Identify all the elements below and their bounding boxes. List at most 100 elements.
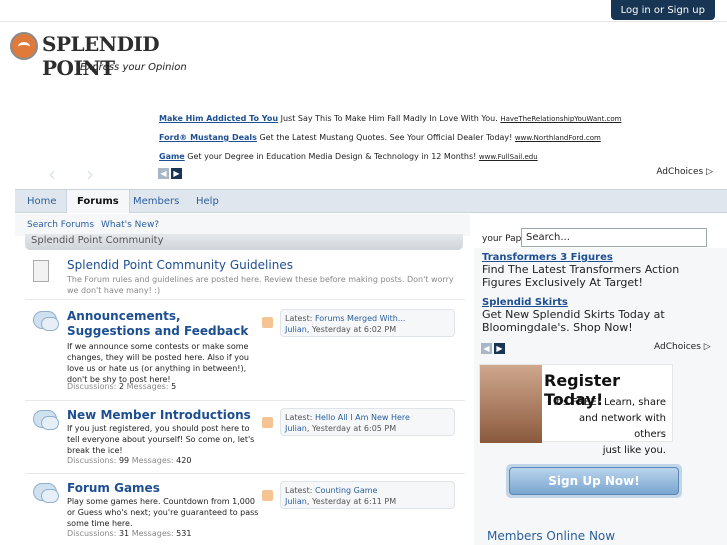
logo-mark-icon xyxy=(10,32,38,60)
side-ad-title[interactable]: Transformers 3 Figures xyxy=(482,252,712,263)
top-bar: Log in or Sign up xyxy=(0,0,727,22)
discussions-count: 99 xyxy=(118,456,130,465)
latest-post: Latest: Counting Game Julian, Yesterday … xyxy=(280,481,455,509)
ad-title[interactable]: Game xyxy=(159,152,185,161)
rss-icon[interactable] xyxy=(262,490,273,501)
signup-wrap: Sign Up Now! xyxy=(506,464,682,498)
arrow-left-icon[interactable]: ◀ xyxy=(481,343,492,354)
adchoices-label: AdChoices xyxy=(656,167,704,177)
latest-post: Latest: Forums Merged With... Julian, Ye… xyxy=(280,309,455,337)
latest-label: Latest: xyxy=(285,413,313,422)
arrow-right-icon[interactable]: ▶ xyxy=(171,168,182,179)
forum-row: New Member Introductions If you just reg… xyxy=(25,404,465,474)
messages-count: 5 xyxy=(171,382,177,391)
rss-icon[interactable] xyxy=(262,317,273,328)
adchoices-link[interactable]: AdChoices ▷ xyxy=(656,167,713,177)
register-text: It's FREE! Learn, share and network with… xyxy=(550,395,666,459)
messages-label: Messages: xyxy=(131,456,174,465)
main-nav: Home Forums Members Help xyxy=(15,189,727,213)
rss-icon[interactable] xyxy=(262,417,273,428)
discussions-count: 2 xyxy=(118,382,125,391)
adchoices-icon: ▷ xyxy=(706,167,713,177)
latest-time: Yesterday at 6:05 PM xyxy=(311,424,397,433)
ad-line: Ford® Mustang Deals Get the Latest Musta… xyxy=(159,132,719,151)
side-ad-title[interactable]: Splendid Skirts xyxy=(482,297,712,308)
ad-desc: Just Say This To Make Him Fall Madly In … xyxy=(280,114,498,123)
ad-desc: Get your Degree in Education Media Desig… xyxy=(187,152,477,161)
search-input[interactable] xyxy=(521,228,707,247)
forum-desc: If you just registered, you should post … xyxy=(67,424,255,455)
ghost-arrows-icon: ‹› xyxy=(48,162,124,186)
nav-members[interactable]: Members xyxy=(133,190,179,213)
discussions-label: Discussions: xyxy=(67,382,117,391)
arrow-right-icon[interactable]: ▶ xyxy=(494,343,505,354)
latest-label: Latest: xyxy=(285,486,313,495)
forum-row: Announcements, Suggestions and Feedback … xyxy=(25,303,465,401)
ad-title[interactable]: Make Him Addicted To You xyxy=(159,114,278,123)
category-header: Splendid Point Community xyxy=(25,234,463,250)
nav-home[interactable]: Home xyxy=(27,190,57,213)
register-photo xyxy=(480,365,542,443)
messages-label: Messages: xyxy=(126,382,169,391)
ad-title[interactable]: Ford® Mustang Deals xyxy=(159,133,257,142)
top-ad-block: Make Him Addicted To You Just Say This T… xyxy=(159,113,719,170)
latest-user-link[interactable]: Julian xyxy=(285,325,307,334)
forum-title[interactable]: Splendid Point Community Guidelines xyxy=(67,258,293,273)
forum-row: Forum Games Play some games here. Countd… xyxy=(25,477,465,545)
side-ad-desc: Get New Splendid Skirts Today at Bloomin… xyxy=(482,308,665,334)
forum-title[interactable]: New Member Introductions xyxy=(67,408,251,423)
side-ad-desc: Find The Latest Transformers Action Figu… xyxy=(482,263,680,289)
top-ad-arrows: ◀ ▶ xyxy=(158,166,184,179)
latest-thread-link[interactable]: Forums Merged With... xyxy=(315,314,405,323)
side-ad: Splendid Skirts Get New Splendid Skirts … xyxy=(482,297,712,334)
logo-tagline: Express your Opinion xyxy=(80,62,187,73)
forum-bubble-icon xyxy=(33,483,61,505)
ad-url[interactable]: www.FullSail.edu xyxy=(479,153,538,161)
latest-label: Latest: xyxy=(285,314,313,323)
subnav-search-forums[interactable]: Search Forums xyxy=(27,220,94,230)
site-logo[interactable]: SPLENDID POINT Express your Opinion xyxy=(10,32,210,80)
members-online-heading: Members Online Now xyxy=(487,529,616,543)
discussions-label: Discussions: xyxy=(67,529,117,538)
ad-line: Make Him Addicted To You Just Say This T… xyxy=(159,113,719,132)
ad-url[interactable]: www.NorthlandFord.com xyxy=(515,134,601,142)
nav-forums[interactable]: Forums xyxy=(66,190,130,213)
side-ad-arrows: ◀ ▶ xyxy=(481,341,507,354)
register-line: and network with others xyxy=(579,413,666,440)
ad-line: Game Get your Degree in Education Media … xyxy=(159,151,719,170)
register-banner[interactable]: Register Today! It's FREE! Learn, share … xyxy=(479,364,673,456)
forum-desc: If we announce some contests or make som… xyxy=(67,342,249,384)
forum-title[interactable]: Forum Games xyxy=(67,481,160,496)
register-line: just like you. xyxy=(602,445,666,456)
latest-post: Latest: Hello All I Am New Here Julian, … xyxy=(280,408,455,436)
latest-user-link[interactable]: Julian xyxy=(285,497,307,506)
forum-bubble-icon xyxy=(33,410,61,432)
subnav-whats-new[interactable]: What's New? xyxy=(101,220,159,230)
sub-nav: Search Forums What's New? xyxy=(15,214,470,236)
signup-button[interactable]: Sign Up Now! xyxy=(509,467,679,495)
ad-url[interactable]: HaveTheRelationshipYouWant.com xyxy=(500,115,621,123)
ad-desc: Get the Latest Mustang Quotes. See Your … xyxy=(259,133,513,142)
forum-desc: The Forum rules and guidelines are poste… xyxy=(67,275,454,295)
latest-time: Yesterday at 6:11 PM xyxy=(311,497,397,506)
discussions-label: Discussions: xyxy=(67,456,117,465)
register-line: It's FREE! Learn, share xyxy=(553,397,666,408)
adchoices-icon: ▷ xyxy=(703,342,711,352)
side-adchoices-link[interactable]: AdChoices ▷ xyxy=(654,342,711,352)
messages-label: Messages: xyxy=(131,529,174,538)
side-ad-cutoff: your Pap xyxy=(482,234,522,244)
latest-thread-link[interactable]: Hello All I Am New Here xyxy=(315,413,410,422)
forum-title[interactable]: Announcements, Suggestions and Feedback xyxy=(67,309,262,339)
adchoices-label: AdChoices xyxy=(654,342,701,352)
latest-user-link[interactable]: Julian xyxy=(285,424,307,433)
forum-stats: Discussions: 2 Messages: 5 xyxy=(67,382,176,391)
side-ad: Transformers 3 Figures Find The Latest T… xyxy=(482,252,712,289)
forum-bubble-icon xyxy=(33,311,61,333)
login-signup-button[interactable]: Log in or Sign up xyxy=(610,0,715,20)
arrow-left-icon[interactable]: ◀ xyxy=(158,168,169,179)
latest-thread-link[interactable]: Counting Game xyxy=(315,486,378,495)
nav-help[interactable]: Help xyxy=(196,190,219,213)
forum-row: Splendid Point Community Guidelines The … xyxy=(25,252,465,300)
forum-doc-icon xyxy=(33,260,61,282)
latest-time: Yesterday at 6:02 PM xyxy=(311,325,397,334)
